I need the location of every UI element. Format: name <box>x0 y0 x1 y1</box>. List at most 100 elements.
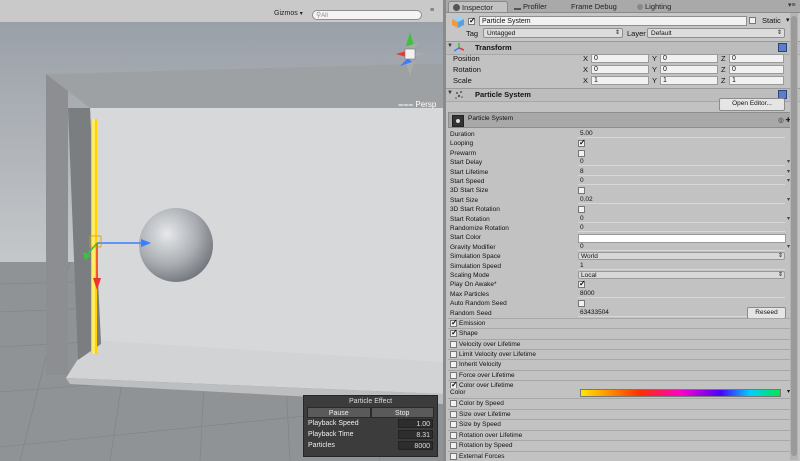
transform-field-y[interactable]: 1 <box>660 76 718 85</box>
axis-label-z[interactable]: Z <box>721 54 726 63</box>
scene-menu-icon[interactable]: ≡ <box>430 7 434 14</box>
scrollbar-thumb[interactable] <box>791 16 797 456</box>
tag-dropdown[interactable]: Untagged ⇕ <box>483 28 623 38</box>
rotation-over-lifetime-checkbox[interactable] <box>450 431 457 439</box>
rotation-by-speed-checkbox[interactable] <box>450 442 457 449</box>
prop-label: Simulation Space <box>450 253 501 261</box>
tab-profiler[interactable]: Profiler <box>514 1 547 12</box>
scene-search-input[interactable]: ⚲All <box>312 10 422 20</box>
gravity-modifier-field[interactable]: 0 <box>578 243 785 251</box>
prop-row-duration: Duration 5.00 <box>448 130 798 139</box>
transform-field-x[interactable]: 0 <box>591 54 649 63</box>
axis-label-y[interactable]: Y <box>652 76 657 85</box>
static-dropdown-icon[interactable]: ▾ <box>786 16 790 24</box>
axis-label-x[interactable]: X <box>583 54 588 63</box>
transform-field-z[interactable]: 1 <box>729 76 784 85</box>
module-external-forces[interactable]: External Forces <box>448 450 798 460</box>
active-checkbox[interactable] <box>468 16 476 25</box>
axis-label-x[interactable]: X <box>583 65 588 74</box>
color-by-speed-checkbox[interactable] <box>450 400 457 407</box>
start-color-swatch[interactable] <box>578 234 786 243</box>
prop-row-gravity-modifier: Gravity Modifier 0 ▾ <box>448 243 798 252</box>
simulation-speed-field[interactable]: 1 <box>578 262 785 270</box>
emission-checkbox[interactable] <box>450 318 458 327</box>
force-over-lifetime-checkbox[interactable] <box>450 371 457 379</box>
module-rotation-over-lifetime[interactable]: Rotation over Lifetime <box>448 429 798 439</box>
tab-menu-icon[interactable]: ▾≡ <box>788 0 796 11</box>
module-velocity-over-lifetime[interactable]: Velocity over Lifetime <box>448 338 798 348</box>
transform-field-z[interactable]: 0 <box>729 65 784 74</box>
randomize-rotation-field[interactable]: 0 <box>578 224 785 232</box>
max-particles-field[interactable]: 8000 <box>578 290 785 298</box>
module-color-by-speed[interactable]: Color by Speed <box>448 398 798 407</box>
module-rotation-by-speed[interactable]: Rotation by Speed <box>448 440 798 449</box>
module-inherit-velocity[interactable]: Inherit Velocity <box>448 359 798 369</box>
pause-button[interactable]: Pause <box>307 407 371 418</box>
tab-inspector[interactable]: Inspector <box>448 1 508 12</box>
looping-checkbox[interactable] <box>578 138 586 148</box>
prop-row-random-seed: Random Seed 63433504 <box>448 309 798 318</box>
particle-system-main-module[interactable]: Particle System ◎ ✚ <box>448 112 798 128</box>
prewarm-checkbox[interactable] <box>578 149 585 157</box>
start-delay-field[interactable]: 0 <box>578 158 785 167</box>
inspector-scrollbar[interactable] <box>790 13 798 460</box>
start-speed-field[interactable]: 0 <box>578 177 785 185</box>
start-size-field[interactable]: 0.02 <box>578 196 785 204</box>
duration-field[interactable]: 5.00 <box>578 130 785 138</box>
size-over-lifetime-checkbox[interactable] <box>450 410 457 418</box>
axis-label-z[interactable]: Z <box>721 65 726 74</box>
random-seed-value: 63433504 <box>580 308 609 316</box>
3d-start-size-checkbox[interactable] <box>578 187 585 195</box>
transform-field-z[interactable]: 0 <box>729 54 784 63</box>
foldout-arrow-icon[interactable]: ▼ <box>447 43 453 49</box>
inherit-velocity-checkbox[interactable] <box>450 361 457 369</box>
prop-row-randomize-rotation: Randomize Rotation 0 <box>448 224 798 233</box>
scaling-mode-dropdown[interactable]: Local ⇕ <box>578 271 785 279</box>
play-on-awake-checkbox[interactable] <box>578 279 586 289</box>
module-limit-velocity-over-lifetime[interactable]: Limit Velocity over Lifetime <box>448 348 798 358</box>
module-size-by-speed[interactable]: Size by Speed <box>448 419 798 428</box>
simulation-space-dropdown[interactable]: World ⇕ <box>578 252 785 261</box>
transform-field-x[interactable]: 0 <box>591 65 649 74</box>
static-checkbox[interactable] <box>749 17 756 24</box>
size-by-speed-checkbox[interactable] <box>450 421 457 428</box>
module-emission[interactable]: Emission <box>448 318 798 327</box>
axis-label-y[interactable]: Y <box>652 65 657 74</box>
stop-button[interactable]: Stop <box>370 407 434 418</box>
playback-time-field[interactable]: 8.31 <box>398 430 433 439</box>
color-gradient-field[interactable] <box>580 389 781 397</box>
help-book-icon[interactable] <box>778 43 788 52</box>
axis-label-z[interactable]: Z <box>721 76 726 85</box>
axis-label-y[interactable]: Y <box>652 54 657 63</box>
start-lifetime-field[interactable]: 8 <box>578 168 785 176</box>
gizmos-dropdown[interactable]: Gizmos ▾ <box>274 10 303 17</box>
foldout-arrow-icon[interactable]: ▼ <box>447 90 453 96</box>
velocity-over-lifetime-checkbox[interactable] <box>450 340 457 348</box>
static-label: Static <box>762 16 781 25</box>
tab-lighting[interactable]: Lighting <box>637 1 671 12</box>
layer-dropdown[interactable]: Default ⇕ <box>647 28 785 38</box>
external-forces-checkbox[interactable] <box>450 452 457 460</box>
shape-checkbox[interactable] <box>450 328 458 338</box>
transform-field-y[interactable]: 0 <box>660 54 718 63</box>
perspective-label[interactable]: ⩶ Persp <box>398 99 436 110</box>
module-force-over-lifetime[interactable]: Force over Lifetime <box>448 369 798 379</box>
start-rotation-field[interactable]: 0 <box>578 215 785 223</box>
object-name-field[interactable]: Particle System <box>479 16 747 26</box>
tab-inspector-label: Inspector <box>462 3 493 12</box>
axis-label-x[interactable]: X <box>583 76 588 85</box>
perspective-icon: ⩶ <box>398 99 414 109</box>
open-editor-button[interactable]: Open Editor... <box>719 98 785 111</box>
transform-field-x[interactable]: 1 <box>591 76 649 85</box>
playback-speed-field[interactable]: 1.00 <box>398 419 433 428</box>
module-size-over-lifetime[interactable]: Size over Lifetime <box>448 408 798 418</box>
tab-bar: Inspector Profiler Frame Debug Lighting … <box>446 0 800 13</box>
tab-frame-debug[interactable]: Frame Debug <box>571 1 617 12</box>
module-shape[interactable]: Shape <box>448 328 798 338</box>
auto-random-seed-checkbox[interactable] <box>578 300 585 308</box>
transform-row-label: Scale <box>453 76 472 85</box>
transform-field-y[interactable]: 0 <box>660 65 718 74</box>
simulation-space-value: World <box>581 253 598 261</box>
3d-start-rotation-checkbox[interactable] <box>578 206 585 214</box>
limit-velocity-over-lifetime-checkbox[interactable] <box>450 350 457 358</box>
